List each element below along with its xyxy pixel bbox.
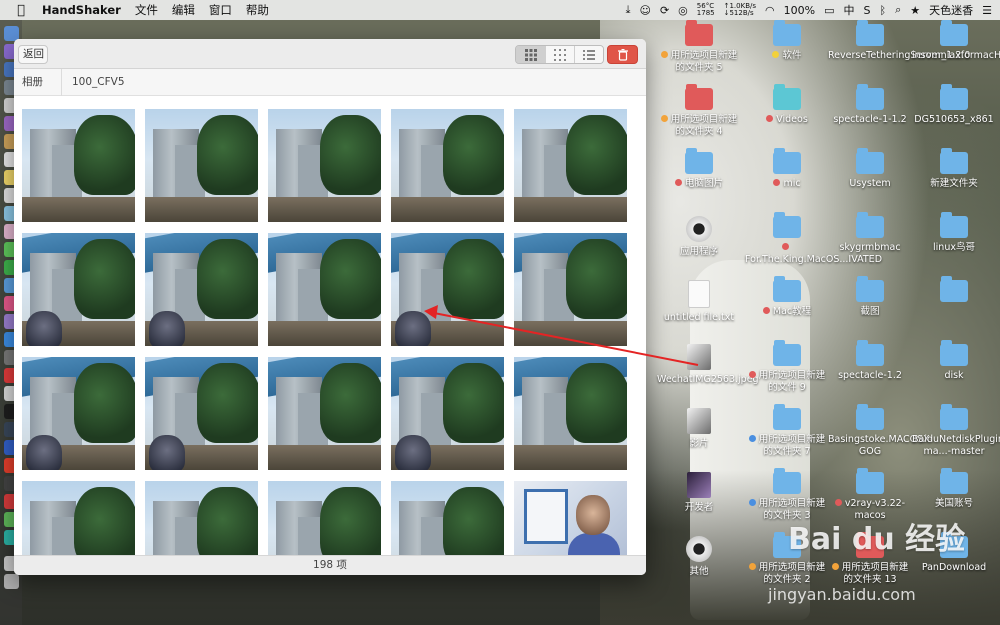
baidu-watermark: Bai du 经验 — [788, 522, 966, 557]
baidu-watermark-url: jingyan.baidu.com — [768, 585, 916, 604]
